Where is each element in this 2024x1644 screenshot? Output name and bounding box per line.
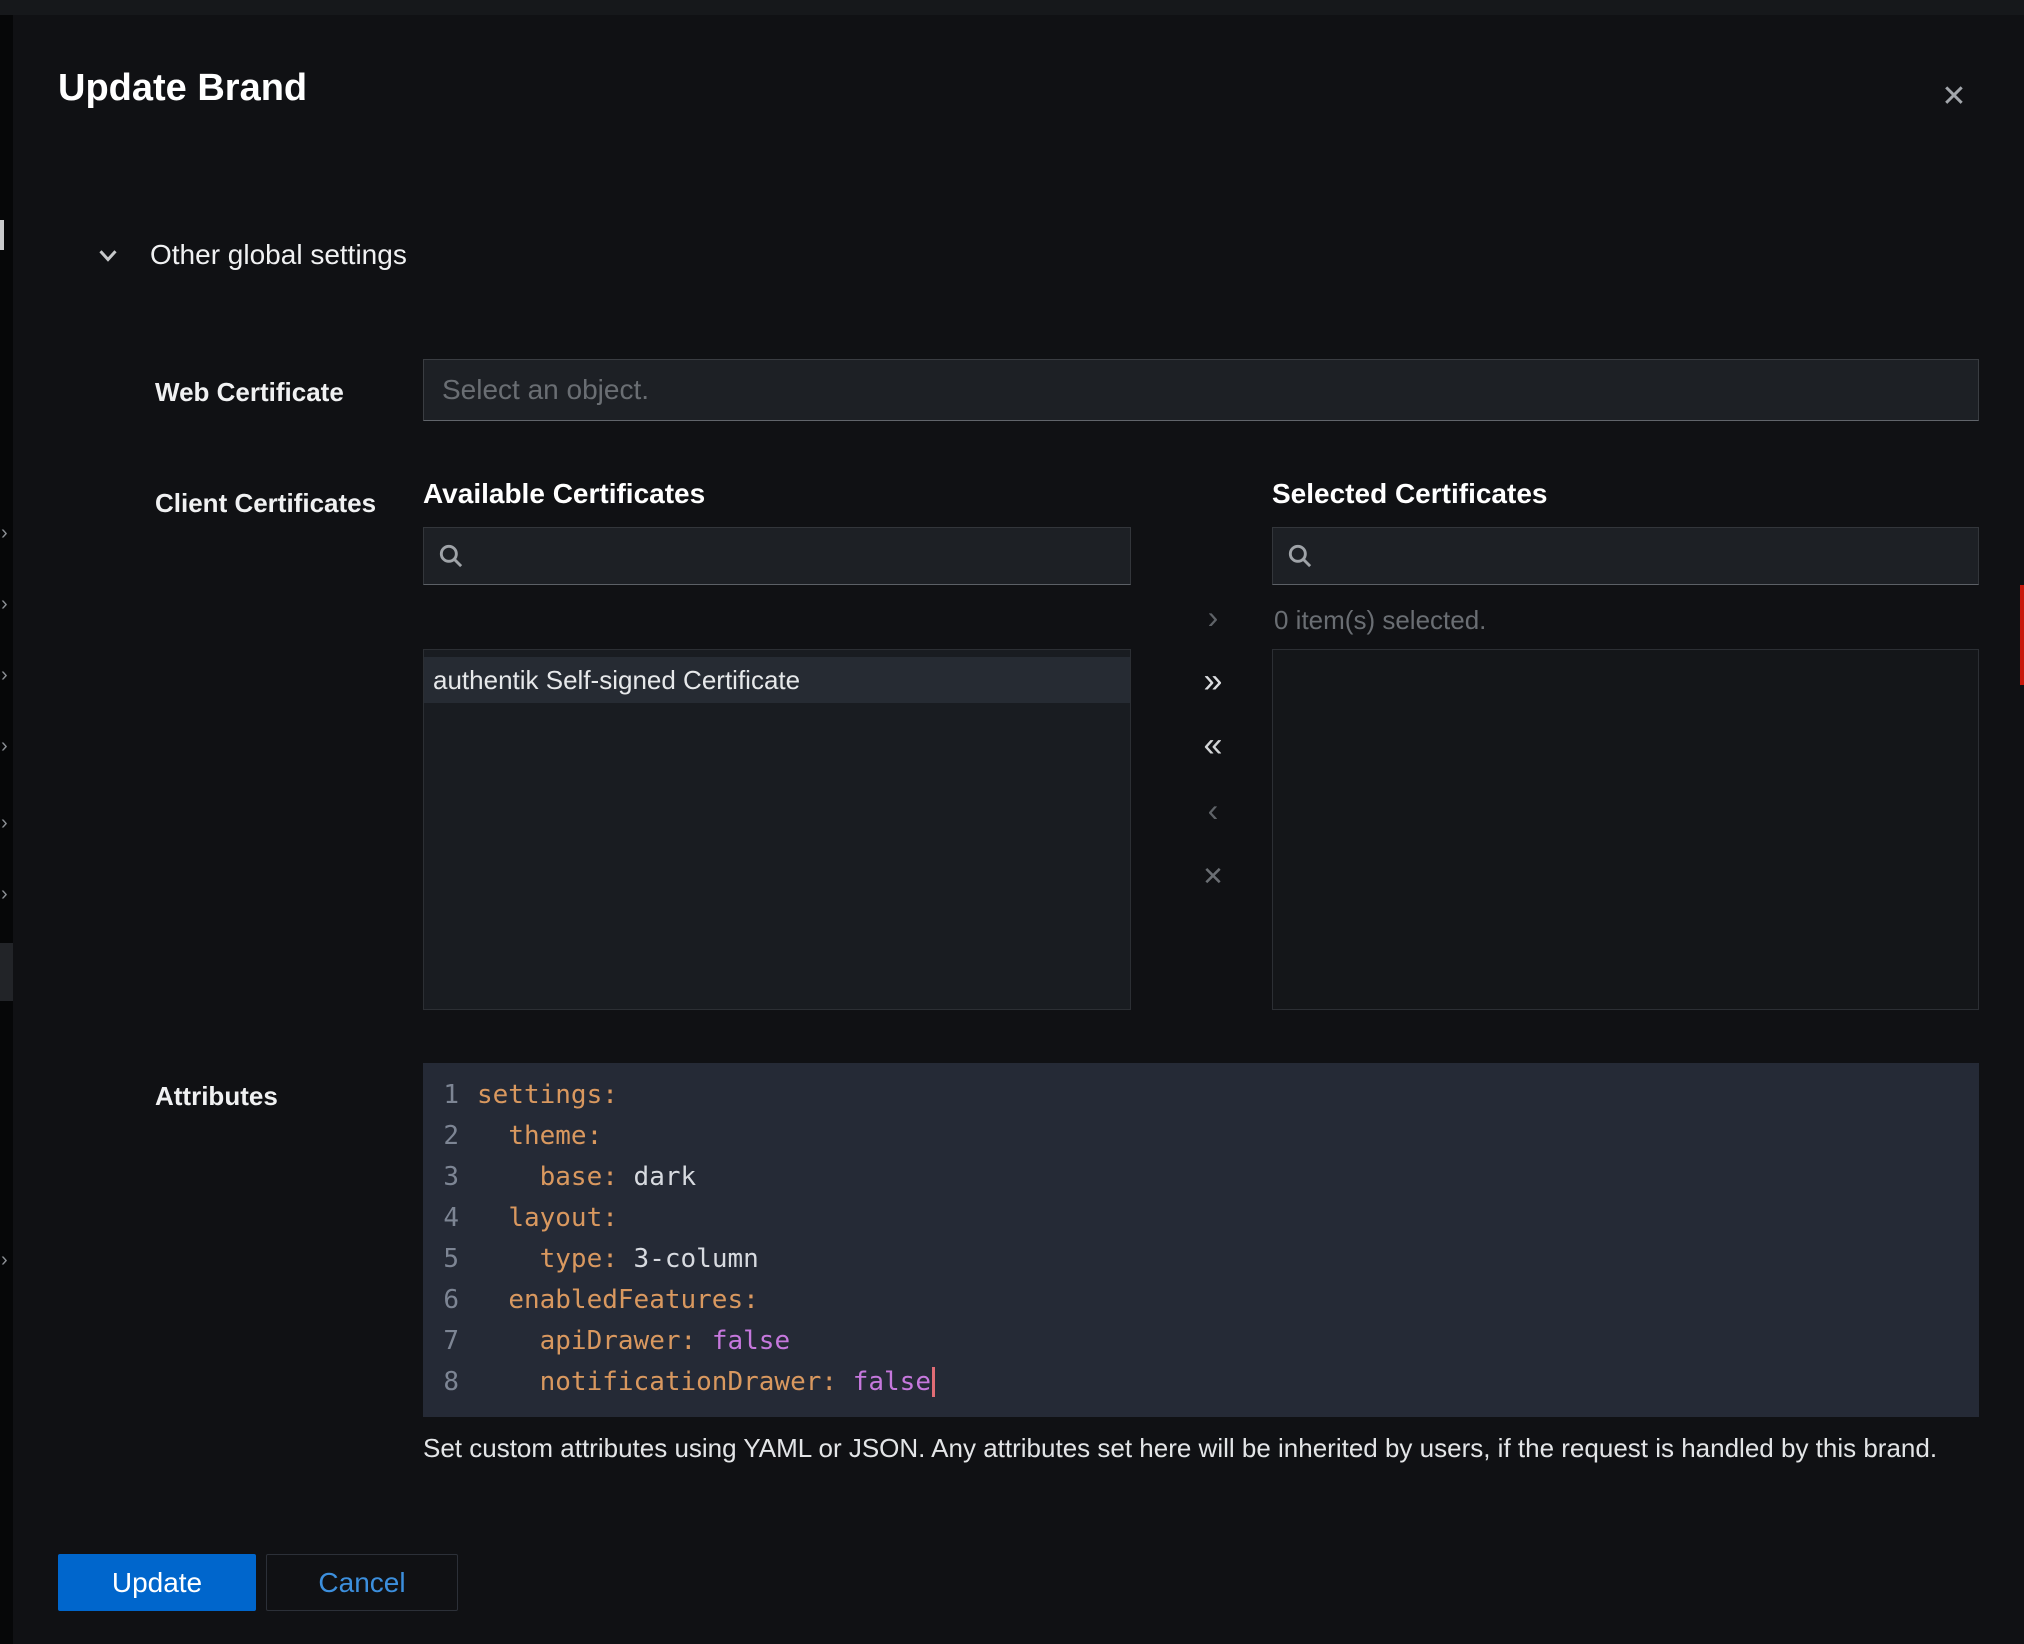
modal-title: Update Brand: [58, 67, 307, 110]
attributes-help-text: Set custom attributes using YAML or JSON…: [423, 1433, 1953, 1464]
close-button[interactable]: ✕: [1930, 73, 1978, 121]
sidebar-scrollbar-thumb[interactable]: [0, 220, 4, 250]
line-number: 2: [423, 1116, 469, 1157]
update-button[interactable]: Update: [58, 1554, 256, 1611]
web-certificate-label: Web Certificate: [155, 377, 344, 408]
sidebar-chevron-icon: ›: [1, 884, 13, 904]
line-number: 5: [423, 1239, 469, 1280]
sidebar-active-item-edge: [0, 943, 13, 1001]
line-number: 8: [423, 1362, 469, 1403]
clear-button[interactable]: ✕: [1178, 854, 1248, 898]
chevron-down-icon: [96, 243, 120, 267]
code-line: 1settings:: [423, 1075, 1979, 1116]
sidebar-strip: › › › › › › ›: [0, 15, 13, 1644]
code-line: 8 notificationDrawer: false: [423, 1362, 1979, 1403]
code-line: 2 theme:: [423, 1116, 1979, 1157]
available-certificates-title: Available Certificates: [423, 478, 705, 510]
available-certificates-list: authentik Self-signed Certificate: [423, 649, 1131, 1010]
attributes-label: Attributes: [155, 1081, 278, 1112]
sidebar-chevron-icon: ›: [1, 523, 13, 543]
line-number: 1: [423, 1075, 469, 1116]
sidebar-chevron-icon: ›: [1, 594, 13, 614]
close-icon: ✕: [1941, 80, 1966, 113]
code-line: 5 type: 3-column: [423, 1239, 1979, 1280]
selected-search[interactable]: [1272, 527, 1979, 585]
code-line: 7 apiDrawer: false: [423, 1321, 1979, 1362]
code-line: 4 layout:: [423, 1198, 1979, 1239]
sidebar-chevron-icon: ›: [1, 665, 13, 685]
code-line: 3 base: dark: [423, 1157, 1979, 1198]
line-number: 6: [423, 1280, 469, 1321]
client-certificates-label: Client Certificates: [155, 488, 376, 519]
selected-status: 0 item(s) selected.: [1274, 605, 1486, 636]
sidebar-chevron-icon: ›: [1, 813, 13, 833]
web-certificate-select[interactable]: [423, 359, 1979, 421]
selected-search-input[interactable]: [1325, 541, 1964, 572]
attributes-editor-lines: 1settings:2 theme:3 base: dark4 layout:5…: [423, 1075, 1979, 1403]
selected-certificates-title: Selected Certificates: [1272, 478, 1547, 510]
web-certificate-input[interactable]: [424, 360, 1978, 420]
page-top-strip: [0, 0, 2024, 15]
available-search[interactable]: [423, 527, 1131, 585]
search-icon: [1287, 543, 1313, 569]
code-line: 6 enabledFeatures:: [423, 1280, 1979, 1321]
remove-all-button[interactable]: «: [1178, 723, 1248, 767]
line-number: 7: [423, 1321, 469, 1362]
remove-selected-button[interactable]: ‹: [1178, 788, 1248, 832]
list-item[interactable]: authentik Self-signed Certificate: [424, 657, 1130, 703]
search-icon: [438, 543, 464, 569]
add-all-button[interactable]: »: [1178, 659, 1248, 703]
sidebar-chevron-icon: ›: [1, 736, 13, 756]
add-selected-button[interactable]: ›: [1178, 595, 1248, 639]
attributes-code-editor[interactable]: 1settings:2 theme:3 base: dark4 layout:5…: [423, 1063, 1979, 1417]
line-number: 4: [423, 1198, 469, 1239]
section-toggle-label: Other global settings: [150, 239, 407, 271]
selected-certificates-list: [1272, 649, 1979, 1010]
update-brand-modal: Update Brand ✕ Other global settings Web…: [13, 15, 2024, 1644]
cancel-button[interactable]: Cancel: [266, 1554, 458, 1611]
section-toggle-other-global-settings[interactable]: Other global settings: [96, 239, 407, 271]
alert-edge-sliver: [2020, 585, 2024, 685]
sidebar-chevron-icon: ›: [1, 1250, 13, 1270]
text-cursor: [932, 1367, 935, 1397]
available-search-input[interactable]: [476, 541, 1116, 572]
line-number: 3: [423, 1157, 469, 1198]
